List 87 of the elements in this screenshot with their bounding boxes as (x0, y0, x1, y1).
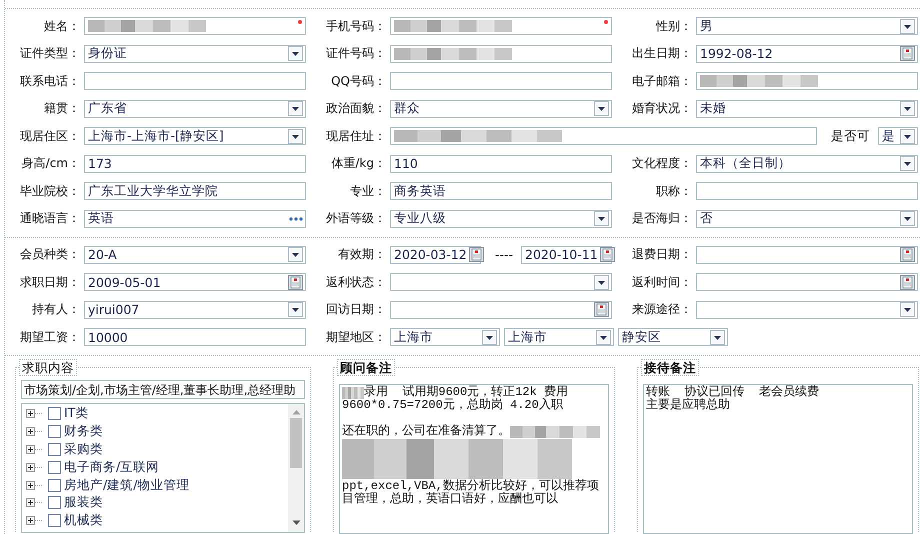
field-label: 返利状态： (326, 274, 387, 290)
redacted-field[interactable] (390, 127, 817, 145)
dropdown[interactable]: 专业八级 (390, 210, 612, 228)
separator-text: 是否可 (830, 128, 871, 144)
field-label: 退费日期： (632, 246, 693, 263)
tree-item[interactable]: 房地产/建筑/物业管理 (64, 476, 190, 494)
field-label: QQ号码： (331, 72, 387, 90)
field-label: 性别： (656, 18, 693, 34)
tree-item[interactable]: IT类 (64, 405, 88, 422)
field-label: 现居住址： (326, 128, 387, 144)
tree-item[interactable]: 电子商务/互联网 (64, 458, 160, 476)
note-text: 9600*0.75=7200元，总助岗 4.20入职 (342, 399, 563, 412)
field-label: 电子邮箱： (632, 72, 693, 90)
field-label: 籍贯： (44, 100, 81, 117)
dropdown[interactable]: 广东省 (84, 100, 306, 118)
field-label: 毕业院校： (20, 182, 81, 200)
caret-icon[interactable] (288, 46, 303, 61)
dropdown[interactable]: 身份证 (84, 44, 306, 62)
note-text: 还在职的，公司在准备清算了。 (342, 425, 510, 438)
dropdown[interactable]: 本科（全日制） (696, 154, 918, 172)
redacted-field[interactable] (390, 17, 612, 35)
tree-item[interactable]: 机械类 (64, 512, 103, 530)
caret-icon[interactable] (288, 128, 303, 144)
dropdown[interactable]: 是 (878, 127, 918, 145)
field-label: 来源途径： (632, 301, 693, 318)
field-label: 持有人： (32, 301, 81, 318)
field-label: 期望地区： (326, 328, 387, 346)
lookup-field[interactable]: 英语 (84, 210, 306, 228)
ellipsis-icon[interactable] (289, 216, 303, 220)
date-field[interactable]: 1992-08-12 (696, 44, 918, 62)
tree-item[interactable]: 采购类 (64, 440, 103, 458)
dropdown[interactable]: 上海市-上海市-[静安区] (84, 127, 306, 145)
text-field[interactable]: 商务英语 (390, 182, 612, 200)
caret-icon[interactable] (900, 211, 915, 226)
note-text: 录用 试用期9600元，转正12k 费用 (364, 386, 568, 399)
redacted-field[interactable] (84, 17, 306, 35)
caret-icon[interactable] (594, 101, 609, 116)
field-label: 体重/kg： (331, 155, 387, 172)
field-label: 期望工资： (20, 328, 81, 346)
caret-icon[interactable] (288, 101, 303, 116)
calendar-icon[interactable] (900, 46, 915, 61)
text-field[interactable]: 广东工业大学华立学院 (84, 182, 306, 200)
field-label: 会员种类： (20, 246, 81, 263)
notes-area[interactable]: 录用 试用期9600元，转正12k 费用 9600*0.75=7200元，总助岗 4.20入职 还在职的，公司在准备清算了。 ppt,excel,VBA,数据分析比较好，可以推荐项目管理，总助，英语口语好，应酬也可以 (339, 384, 609, 534)
field-label: 现居住区： (20, 128, 81, 144)
text-field[interactable]: 173 (84, 154, 306, 172)
field-label: 联系电话： (20, 72, 81, 90)
dropdown[interactable]: 否 (696, 210, 918, 228)
dropdown[interactable]: 群众 (390, 100, 612, 118)
field-label: 婚育状况： (632, 100, 693, 117)
field-label: 回访日期： (326, 301, 387, 318)
field-label: 姓名： (44, 18, 81, 34)
field-label: 职称： (656, 182, 693, 200)
caret-icon[interactable] (900, 128, 915, 144)
dropdown[interactable]: 未婚 (696, 100, 918, 118)
field-label: 政治面貌： (326, 100, 387, 117)
redacted-field[interactable] (696, 72, 918, 90)
redacted-field[interactable] (390, 44, 612, 62)
text-field[interactable] (390, 72, 612, 90)
field-label: 证件类型： (20, 45, 81, 62)
text-field[interactable] (696, 182, 918, 200)
caret-icon[interactable] (900, 101, 915, 116)
field-label: 返利时间： (632, 274, 693, 290)
caret-icon[interactable] (900, 18, 915, 34)
field-label: 文化程度： (632, 155, 693, 172)
tree-item[interactable]: 财务类 (64, 423, 103, 440)
tree-item[interactable]: 服装类 (64, 494, 103, 512)
field-label: 手机号码： (326, 18, 387, 34)
field-label: 外语等级： (326, 210, 387, 227)
separator-text: ---- (494, 247, 514, 262)
text-field[interactable] (84, 72, 306, 90)
caret-icon[interactable] (900, 156, 915, 171)
field-label: 出生日期： (632, 45, 693, 62)
dropdown[interactable]: 男 (696, 17, 918, 35)
field-label: 身高/cm： (22, 155, 81, 172)
field-label: 求职日期： (20, 274, 81, 290)
field-label: 专业： (350, 182, 387, 200)
field-label: 证件号码： (326, 45, 387, 62)
field-label: 是否海归： (632, 210, 693, 227)
note-text: 转账 协议已回传 老会员续费 (646, 386, 819, 399)
text-field[interactable]: 110 (390, 154, 612, 172)
caret-icon[interactable] (594, 211, 609, 226)
note-text: ppt,excel,VBA,数据分析比较好，可以推荐项目管理，总助，英语口语好，应酬也可以 (342, 480, 600, 506)
field-label: 有效期： (338, 246, 387, 263)
field-label: 通晓语言： (20, 210, 81, 227)
note-text: 主要是应聘总助 (646, 399, 730, 412)
notes-area[interactable]: 转账 协议已回传 老会员续费 主要是应聘总助 (643, 384, 913, 534)
